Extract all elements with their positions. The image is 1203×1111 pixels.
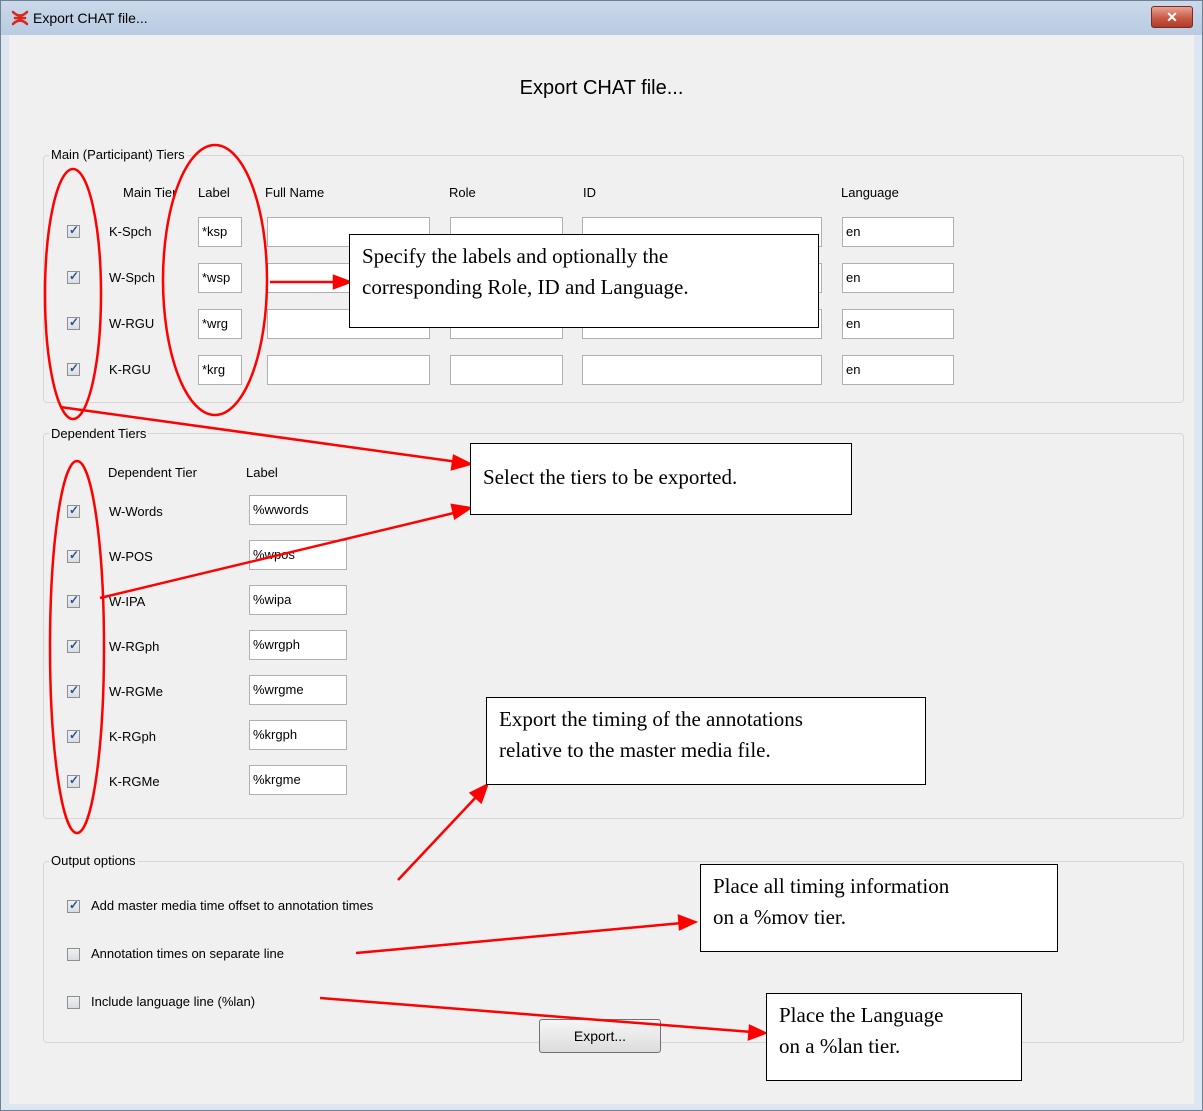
dependent-tiers-group-title: Dependent Tiers — [49, 426, 149, 441]
dependent-tier-checkbox[interactable]: ✓ — [67, 728, 80, 743]
dialog-heading: Export CHAT file... — [519, 77, 684, 99]
role-field[interactable] — [450, 355, 563, 385]
checkmark-icon: ✓ — [69, 269, 80, 283]
header-full-name: Full Name — [265, 185, 325, 200]
dependent-tier-name: W-Words — [109, 504, 163, 519]
callout-mov-line1: Place all timing information — [713, 874, 950, 898]
window-title: Export CHAT file... — [33, 10, 148, 26]
language-field[interactable]: en — [842, 263, 954, 293]
export-button[interactable]: Export... — [539, 1019, 661, 1053]
main-tier-label-field[interactable]: *wsp — [198, 263, 242, 293]
checkmark-icon: ✓ — [69, 638, 80, 652]
dependent-tier-label-field[interactable]: %wpos — [249, 540, 347, 570]
dependent-tier-checkbox[interactable]: ✓ — [67, 548, 80, 563]
dependent-tier-label-field[interactable]: %krgme — [249, 765, 347, 795]
callout-lan: Place the Language on a %lan tier. — [766, 993, 1022, 1081]
checkmark-icon: ✓ — [69, 548, 80, 562]
callout-timing-line2: relative to the master media file. — [499, 738, 771, 762]
header-id: ID — [583, 185, 596, 200]
callout-timing-line1: Export the timing of the annotations — [499, 707, 803, 731]
header-dependent-tier: Dependent Tier — [108, 465, 197, 480]
main-tier-name: W-Spch — [109, 270, 155, 285]
main-tier-name: W-RGU — [109, 316, 155, 331]
main-tier-checkbox[interactable]: ✓ — [67, 223, 80, 238]
checkmark-icon: ✓ — [69, 593, 80, 607]
checkmark-icon: ✓ — [69, 773, 80, 787]
main-tier-name: K-Spch — [109, 224, 152, 239]
header-language: Language — [841, 185, 899, 200]
main-tier-label-field[interactable]: *wrg — [198, 309, 242, 339]
dependent-tier-checkbox[interactable]: ✓ — [67, 683, 80, 698]
checkmark-icon: ✓ — [69, 898, 80, 912]
add-offset-label[interactable]: Add master media time offset to annotati… — [91, 898, 373, 913]
callout-labels-line2: corresponding Role, ID and Language. — [362, 275, 689, 299]
main-tier-checkbox[interactable]: ✓ — [67, 361, 80, 376]
main-tier-checkbox[interactable]: ✓ — [67, 269, 80, 284]
dependent-tier-checkbox[interactable]: ✓ — [67, 503, 80, 518]
language-field[interactable]: en — [842, 355, 954, 385]
main-tier-label-field[interactable]: *ksp — [198, 217, 242, 247]
dependent-tier-label-field[interactable]: %wipa — [249, 585, 347, 615]
checkmark-icon: ✓ — [69, 361, 80, 375]
checkmark-icon: ✓ — [69, 315, 80, 329]
callout-lan-line1: Place the Language — [779, 1003, 944, 1027]
close-button[interactable]: ✕ — [1151, 6, 1193, 28]
dependent-tier-name: W-RGph — [109, 639, 160, 654]
dependent-tier-checkbox[interactable]: ✓ — [67, 773, 80, 788]
header-role: Role — [449, 185, 476, 200]
close-icon: ✕ — [1166, 9, 1178, 25]
callout-select-tiers: Select the tiers to be exported. — [470, 443, 852, 515]
add-offset-checkbox[interactable]: ✓ — [67, 898, 80, 913]
separate-line-checkbox[interactable] — [67, 948, 80, 961]
language-line-label[interactable]: Include language line (%lan) — [91, 994, 255, 1009]
dependent-tier-name: W-IPA — [109, 594, 146, 609]
callout-labels: Specify the labels and optionally the co… — [349, 234, 819, 328]
dependent-tier-checkbox[interactable]: ✓ — [67, 638, 80, 653]
header-dependent-label: Label — [246, 465, 278, 480]
callout-mov: Place all timing information on a %mov t… — [700, 864, 1058, 952]
main-tier-name: K-RGU — [109, 362, 151, 377]
checkmark-icon: ✓ — [69, 683, 80, 697]
language-field[interactable]: en — [842, 309, 954, 339]
language-field[interactable]: en — [842, 217, 954, 247]
full-name-field[interactable] — [267, 355, 430, 385]
separate-line-label[interactable]: Annotation times on separate line — [91, 946, 284, 961]
checkmark-icon: ✓ — [69, 223, 80, 237]
title-bar[interactable]: Export CHAT file... ✕ — [1, 1, 1202, 35]
callout-lan-line2: on a %lan tier. — [779, 1034, 901, 1058]
dependent-tier-checkbox[interactable]: ✓ — [67, 593, 80, 608]
callout-labels-line1: Specify the labels and optionally the — [362, 244, 669, 268]
dependent-tier-label-field[interactable]: %krgph — [249, 720, 347, 750]
callout-select-line1: Select the tiers to be exported. — [483, 465, 738, 489]
dependent-tier-name: K-RGMe — [109, 774, 160, 789]
checkmark-icon: ✓ — [69, 503, 80, 517]
id-field[interactable] — [582, 355, 822, 385]
dependent-tier-label-field[interactable]: %wrgph — [249, 630, 347, 660]
output-options-group-title: Output options — [49, 853, 138, 868]
main-tier-checkbox[interactable]: ✓ — [67, 315, 80, 330]
dependent-tier-name: W-RGMe — [109, 684, 163, 699]
callout-mov-line2: on a %mov tier. — [713, 905, 846, 929]
checkmark-icon: ✓ — [69, 728, 80, 742]
main-tiers-group-title: Main (Participant) Tiers — [49, 147, 187, 162]
language-line-checkbox[interactable] — [67, 996, 80, 1009]
callout-timing: Export the timing of the annotations rel… — [486, 697, 926, 785]
app-logo-icon — [11, 10, 29, 26]
dependent-tier-name: W-POS — [109, 549, 153, 564]
dependent-tier-label-field[interactable]: %wrgme — [249, 675, 347, 705]
dependent-tier-label-field[interactable]: %wwords — [249, 495, 347, 525]
main-tier-label-field[interactable]: *krg — [198, 355, 242, 385]
header-label: Label — [198, 185, 230, 200]
dependent-tier-name: K-RGph — [109, 729, 156, 744]
header-main-tier: Main Tier — [123, 185, 177, 200]
